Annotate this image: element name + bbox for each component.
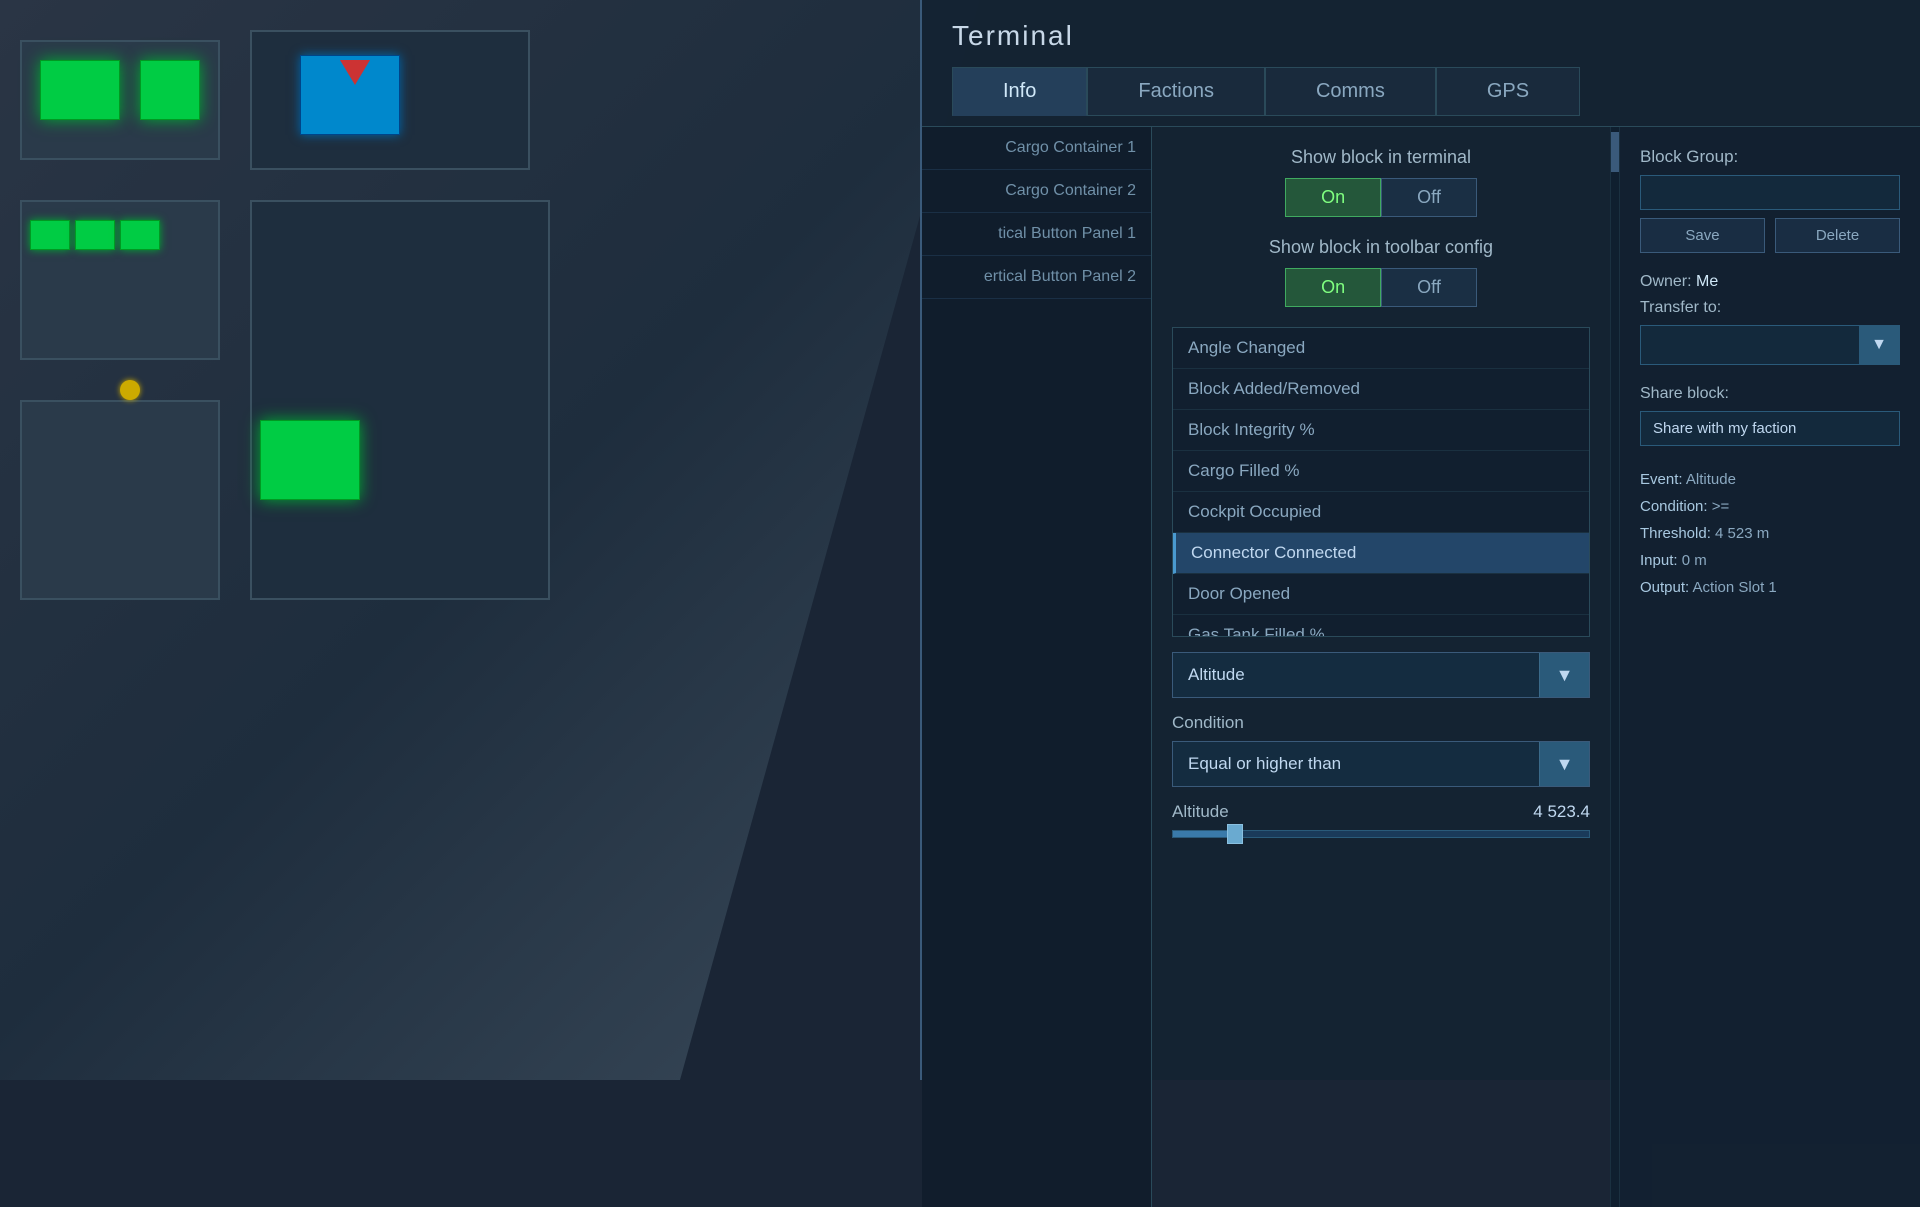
event-block-added-removed[interactable]: Block Added/Removed	[1173, 369, 1589, 410]
transfer-to-value	[1641, 337, 1859, 353]
terminal-header: Terminal Info Factions Comms GPS	[922, 0, 1920, 127]
triangle-indicator	[340, 60, 370, 85]
altitude-label-row: Altitude 4 523.4	[1172, 802, 1590, 822]
tab-factions[interactable]: Factions	[1087, 67, 1265, 116]
panel-bg-5	[250, 200, 550, 600]
save-button[interactable]: Save	[1640, 218, 1765, 253]
event-dropdown-value: Altitude	[1173, 655, 1539, 695]
block-group-buttons: Save Delete	[1640, 218, 1900, 253]
summary-input-label: Input:	[1640, 552, 1678, 569]
summary-output-label: Output:	[1640, 579, 1689, 596]
delete-button[interactable]: Delete	[1775, 218, 1900, 253]
transfer-to-row: Transfer to:	[1640, 299, 1900, 317]
summary-threshold-line: Threshold: 4 523 m	[1640, 520, 1900, 547]
green-display-3	[30, 220, 70, 250]
show-terminal-off-button[interactable]: Off	[1381, 178, 1477, 217]
center-panel: Show block in terminal On Off Show block…	[1152, 127, 1610, 1207]
show-terminal-on-button[interactable]: On	[1285, 178, 1381, 217]
condition-dropdown[interactable]: Equal or higher than ▼	[1172, 741, 1590, 787]
tab-comms[interactable]: Comms	[1265, 67, 1436, 116]
transfer-to-dropdown[interactable]: ▼	[1640, 325, 1900, 365]
green-display-2	[140, 60, 200, 120]
game-background	[0, 0, 980, 1080]
event-block-integrity[interactable]: Block Integrity %	[1173, 410, 1589, 451]
summary-condition-value: >=	[1712, 498, 1730, 515]
show-toolbar-off-button[interactable]: Off	[1381, 268, 1477, 307]
show-toolbar-buttons: On Off	[1172, 268, 1590, 307]
middle-scrollbar[interactable]	[1610, 127, 1620, 1207]
show-terminal-buttons: On Off	[1172, 178, 1590, 217]
block-group-section: Block Group: Save Delete	[1640, 147, 1900, 253]
show-toolbar-on-button[interactable]: On	[1285, 268, 1381, 307]
transfer-to-label: Transfer to:	[1640, 299, 1721, 316]
scrollbar-thumb[interactable]	[1611, 132, 1619, 172]
altitude-slider[interactable]	[1172, 830, 1590, 838]
terminal-panel: Terminal Info Factions Comms GPS Cargo C…	[920, 0, 1920, 1080]
event-dropdown-arrow[interactable]: ▼	[1539, 653, 1589, 697]
event-list: Angle Changed Block Added/Removed Block …	[1172, 327, 1590, 637]
event-dropdown-container: Altitude ▼	[1172, 652, 1590, 698]
terminal-body: Cargo Container 1 Cargo Container 2 tica…	[922, 127, 1920, 1207]
share-block-section: Share block: Share with my faction	[1640, 385, 1900, 446]
event-cargo-filled[interactable]: Cargo Filled %	[1173, 451, 1589, 492]
summary-output-line: Output: Action Slot 1	[1640, 574, 1900, 601]
summary-threshold-label: Threshold:	[1640, 525, 1711, 542]
owner-label: Owner:	[1640, 273, 1692, 290]
terminal-title: Terminal	[952, 20, 1890, 52]
block-group-input[interactable]	[1640, 175, 1900, 210]
owner-section: Owner: Me Transfer to: ▼	[1640, 273, 1900, 365]
right-panel: Block Group: Save Delete Owner: Me Trans…	[1620, 127, 1920, 1207]
terminal-tabs: Info Factions Comms GPS	[952, 67, 1890, 116]
green-display-6	[260, 420, 360, 500]
owner-value: Me	[1696, 273, 1718, 290]
summary-condition-label: Condition:	[1640, 498, 1708, 515]
altitude-value: 4 523.4	[1533, 802, 1590, 822]
show-terminal-section: Show block in terminal On Off	[1172, 147, 1590, 217]
tab-info[interactable]: Info	[952, 67, 1087, 116]
owner-row: Owner: Me	[1640, 273, 1900, 291]
condition-value: Equal or higher than	[1173, 744, 1539, 784]
green-display-1	[40, 60, 120, 120]
condition-section: Condition Equal or higher than ▼	[1172, 713, 1590, 787]
yellow-indicator	[120, 380, 140, 400]
summary-condition-line: Condition: >=	[1640, 493, 1900, 520]
green-display-5	[120, 220, 160, 250]
show-toolbar-section: Show block in toolbar config On Off	[1172, 237, 1590, 307]
condition-label: Condition	[1172, 713, 1590, 733]
summary-input-line: Input: 0 m	[1640, 547, 1900, 574]
share-block-label: Share block:	[1640, 385, 1900, 403]
green-display-4	[75, 220, 115, 250]
event-door-opened[interactable]: Door Opened	[1173, 574, 1589, 615]
altitude-fill	[1173, 831, 1235, 837]
block-list-panel: Cargo Container 1 Cargo Container 2 tica…	[922, 127, 1152, 1207]
summary-input-value: 0 m	[1682, 552, 1707, 569]
show-terminal-label: Show block in terminal	[1172, 147, 1590, 168]
summary-event-label: Event:	[1640, 471, 1683, 488]
block-group-label: Block Group:	[1640, 147, 1900, 167]
tab-gps[interactable]: GPS	[1436, 67, 1580, 116]
share-block-value: Share with my faction	[1640, 411, 1900, 446]
event-angle-changed[interactable]: Angle Changed	[1173, 328, 1589, 369]
condition-dropdown-arrow[interactable]: ▼	[1539, 742, 1589, 786]
summary-threshold-value: 4 523 m	[1715, 525, 1769, 542]
list-item-cargo2[interactable]: Cargo Container 2	[922, 170, 1151, 213]
altitude-thumb[interactable]	[1227, 824, 1243, 844]
transfer-to-arrow[interactable]: ▼	[1859, 326, 1899, 364]
event-gas-tank-filled[interactable]: Gas Tank Filled %	[1173, 615, 1589, 637]
event-summary: Event: Altitude Condition: >= Threshold:…	[1640, 466, 1900, 601]
panel-bg-4	[20, 400, 220, 600]
altitude-label: Altitude	[1172, 802, 1229, 822]
event-cockpit-occupied[interactable]: Cockpit Occupied	[1173, 492, 1589, 533]
list-item-panel2[interactable]: ertical Button Panel 2	[922, 256, 1151, 299]
summary-output-value: Action Slot 1	[1693, 579, 1777, 596]
event-connector-connected[interactable]: Connector Connected	[1173, 533, 1589, 574]
summary-event-line: Event: Altitude	[1640, 466, 1900, 493]
show-toolbar-label: Show block in toolbar config	[1172, 237, 1590, 258]
list-item-cargo1[interactable]: Cargo Container 1	[922, 127, 1151, 170]
event-dropdown[interactable]: Altitude ▼	[1172, 652, 1590, 698]
list-item-panel1[interactable]: tical Button Panel 1	[922, 213, 1151, 256]
summary-event-value: Altitude	[1686, 471, 1736, 488]
altitude-section: Altitude 4 523.4	[1172, 802, 1590, 838]
